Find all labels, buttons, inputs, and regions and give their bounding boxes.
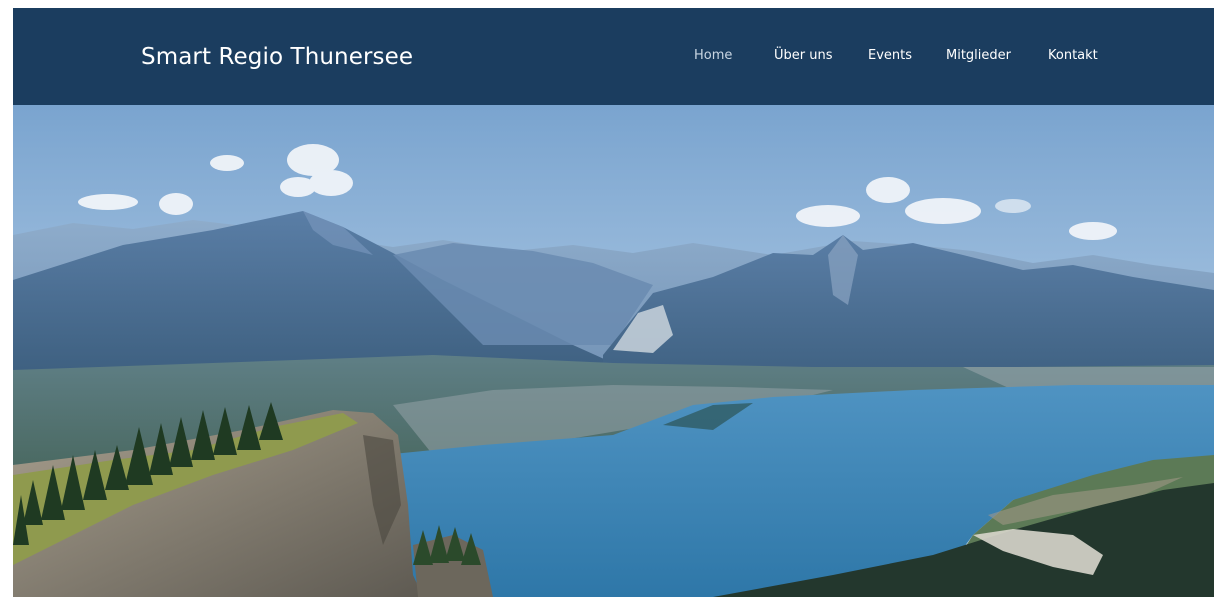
nav-item-events[interactable]: Events [868, 48, 912, 63]
hero-image [13, 105, 1214, 597]
main-navigation: Home Über uns Events Mitglieder Kontakt [694, 48, 1098, 63]
nav-item-ueber-uns[interactable]: Über uns [774, 48, 833, 63]
page: Smart Regio Thunersee Home Über uns Even… [13, 8, 1214, 597]
nav-item-kontakt[interactable]: Kontakt [1048, 48, 1098, 63]
site-title-link[interactable]: Smart Regio Thunersee [141, 44, 413, 70]
nav-item-mitglieder[interactable]: Mitglieder [946, 48, 1011, 63]
nav-item-home[interactable]: Home [694, 48, 734, 63]
lake-thun-landscape-illustration [13, 105, 1214, 597]
site-header: Smart Regio Thunersee Home Über uns Even… [13, 8, 1214, 105]
